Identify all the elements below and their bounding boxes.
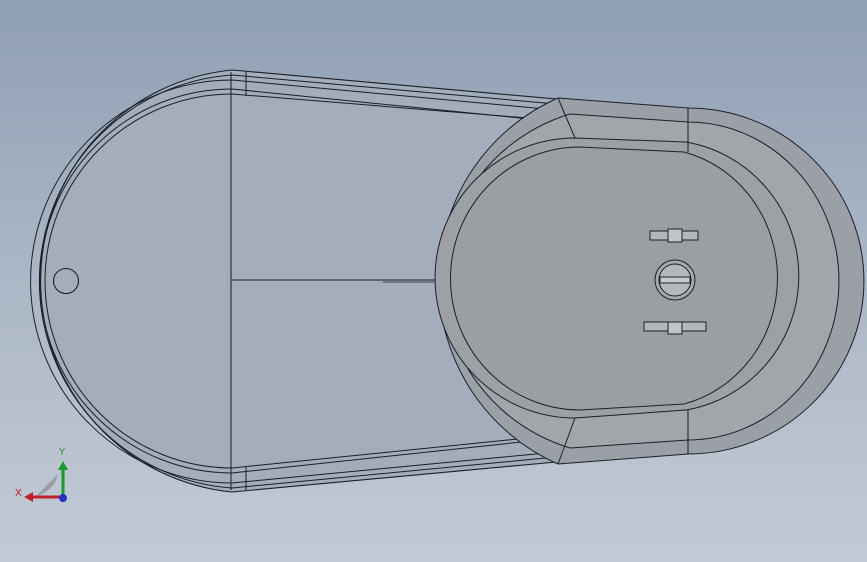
triad-x-label: X bbox=[15, 488, 22, 499]
latch-slot-upper bbox=[649, 228, 699, 243]
cad-viewport[interactable]: X Y bbox=[0, 0, 867, 562]
triad-base-wedge bbox=[36, 474, 58, 496]
center-knob bbox=[654, 259, 696, 301]
cap-face bbox=[450, 146, 778, 411]
cap-assembly[interactable] bbox=[434, 97, 865, 465]
triad-z-axis bbox=[59, 494, 67, 502]
model-view[interactable]: X Y bbox=[0, 0, 867, 562]
orientation-triad: X Y bbox=[15, 447, 68, 502]
triad-x-arrow bbox=[24, 492, 33, 502]
triad-y-arrow bbox=[58, 461, 68, 470]
triad-y-label: Y bbox=[58, 447, 66, 458]
